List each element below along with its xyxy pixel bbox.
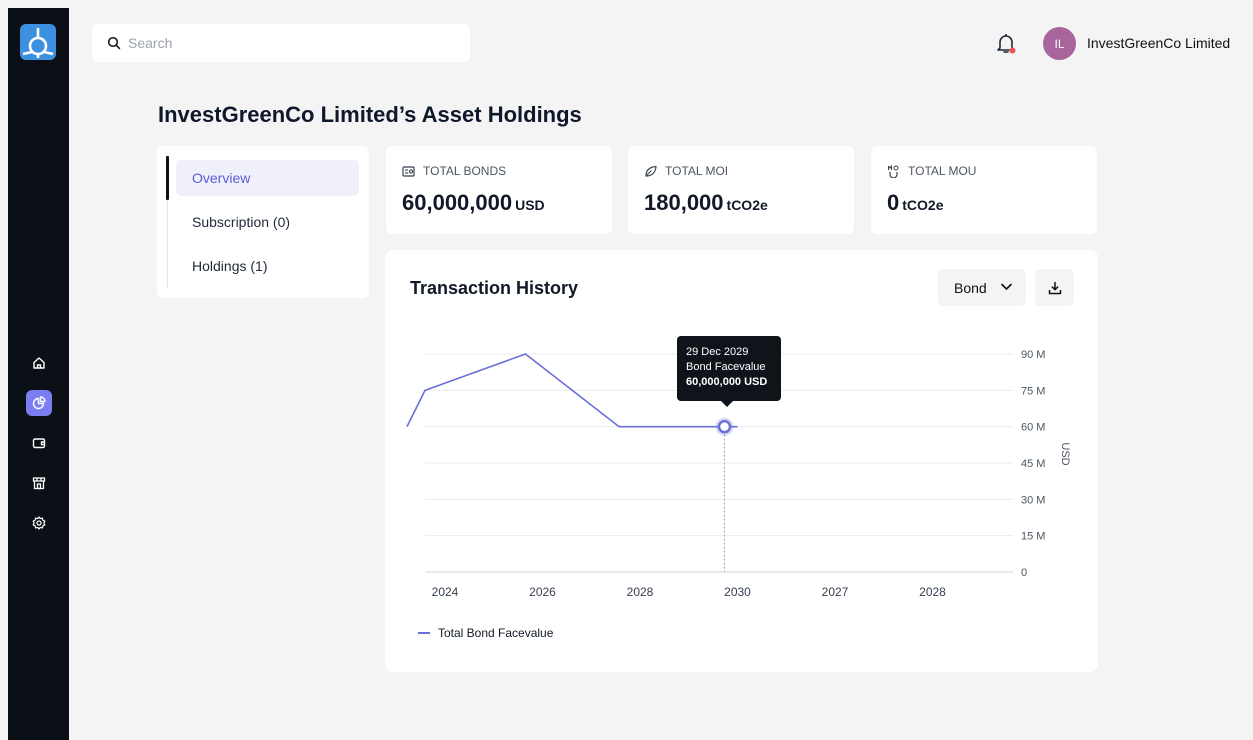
mou-icon <box>888 164 899 178</box>
stat-unit: USD <box>515 197 545 213</box>
logo-icon <box>22 28 54 58</box>
stat-card-total-mou: TOTAL MOU 0 tCO2e <box>871 146 1097 234</box>
legend-swatch <box>418 632 430 634</box>
user-name[interactable]: InvestGreenCo Limited <box>1087 35 1230 51</box>
stat-unit: tCO2e <box>902 197 944 213</box>
stat-label-text: TOTAL MOI <box>665 164 729 178</box>
chart-tooltip: 29 Dec 2029 Bond Facevalue 60,000,000 US… <box>677 336 781 401</box>
pie-chart-icon <box>32 396 46 410</box>
sidebar <box>8 8 69 740</box>
x-tick-label: 2028 <box>919 585 946 599</box>
x-tick-label: 2030 <box>724 585 751 599</box>
stat-value: 60,000,000 USD <box>402 190 545 216</box>
tab-overview[interactable]: Overview <box>176 160 359 196</box>
x-tick-label: 2024 <box>432 585 459 599</box>
x-tick-label: 2026 <box>529 585 556 599</box>
tab-holdings[interactable]: Holdings (1) <box>176 248 359 284</box>
stat-card-total-moi: TOTAL MOI 180,000 tCO2e <box>628 146 854 234</box>
x-tick-label: 2028 <box>627 585 654 599</box>
nav-marketplace[interactable] <box>26 470 52 496</box>
stat-label: TOTAL MOU <box>887 164 976 178</box>
search-icon <box>107 36 121 50</box>
y-tick-label: 90 M <box>1021 349 1045 361</box>
stat-label-text: TOTAL MOU <box>908 164 977 178</box>
stat-number: 0 <box>887 190 900 215</box>
tooltip-arrow <box>721 401 733 407</box>
avatar[interactable]: IL <box>1043 27 1076 60</box>
stat-label: TOTAL MOI <box>644 164 728 178</box>
y-tick-label: 45 M <box>1021 458 1045 470</box>
wallet-icon <box>32 438 46 449</box>
transaction-history-card: Transaction History Bond 0 15 M 30 M 45 M 60… <box>385 250 1098 672</box>
x-tick-label: 2027 <box>822 585 849 599</box>
y-tick-label: 15 M <box>1021 531 1045 543</box>
notifications-button[interactable] <box>995 32 1017 56</box>
bond-icon <box>402 165 415 177</box>
transaction-history-chart: 0 15 M 30 M 45 M 60 M 75 M 90 M USD 2024 2026 2028… <box>406 349 1071 599</box>
y-axis-label: USD <box>1059 442 1071 465</box>
home-icon <box>33 357 45 369</box>
leaf-icon <box>645 165 657 177</box>
nav-home[interactable] <box>26 350 52 376</box>
tooltip-value: 60,000,000 USD <box>686 376 768 388</box>
stat-unit: tCO2e <box>726 197 768 213</box>
stat-value: 180,000 tCO2e <box>644 190 768 216</box>
tab-subscription[interactable]: Subscription (0) <box>176 204 359 240</box>
bell-icon <box>997 34 1016 54</box>
stat-number: 180,000 <box>644 190 724 215</box>
stat-number: 60,000,000 <box>402 190 513 215</box>
chart-legend[interactable]: Total Bond Facevalue <box>418 626 553 640</box>
y-tick-label: 0 <box>1021 567 1027 579</box>
search-input[interactable] <box>128 35 448 51</box>
nav-portfolio[interactable] <box>26 390 52 416</box>
legend-label: Total Bond Facevalue <box>438 626 554 640</box>
tooltip-label: Bond Facevalue <box>686 361 766 373</box>
stat-label: TOTAL BONDS <box>402 164 506 178</box>
tab-panel: Overview Subscription (0) Holdings (1) <box>157 146 369 298</box>
y-tick-label: 75 M <box>1021 385 1045 397</box>
data-point <box>717 419 732 434</box>
stat-value: 0 tCO2e <box>887 190 943 216</box>
tooltip-date: 29 Dec 2029 <box>686 346 749 358</box>
nav-wallet[interactable] <box>26 430 52 456</box>
gear-icon <box>32 516 46 530</box>
nav-settings[interactable] <box>26 510 52 536</box>
app-logo[interactable] <box>20 24 56 60</box>
y-tick-label: 60 M <box>1021 422 1045 434</box>
store-icon <box>32 477 46 490</box>
tab-active-indicator <box>166 156 169 200</box>
y-tick-label: 30 M <box>1021 494 1045 506</box>
stat-label-text: TOTAL BONDS <box>423 164 507 178</box>
page-title: InvestGreenCo Limited’s Asset Holdings <box>158 102 582 127</box>
search-bar[interactable] <box>92 24 470 62</box>
stat-card-total-bonds: TOTAL BONDS 60,000,000 USD <box>386 146 612 234</box>
